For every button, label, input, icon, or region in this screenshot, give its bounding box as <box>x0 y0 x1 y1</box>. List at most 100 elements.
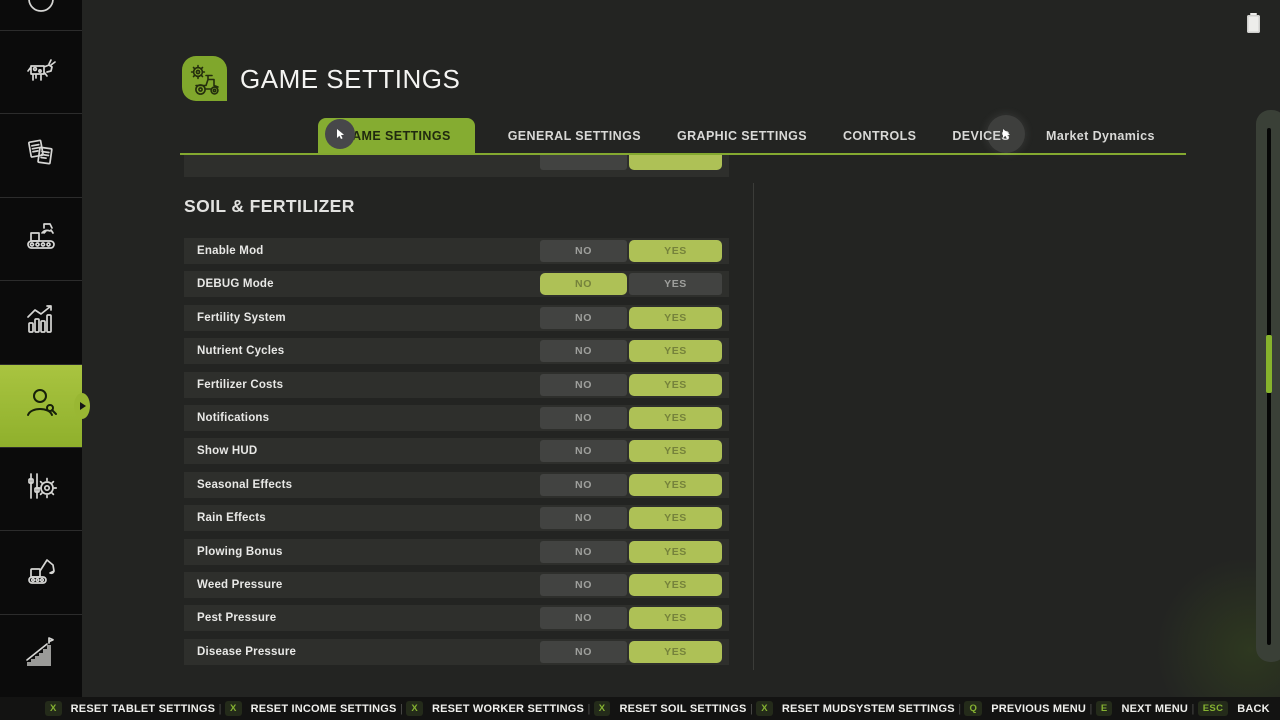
toggle-no-button[interactable]: NO <box>540 507 627 529</box>
tab-controls[interactable]: CONTROLS <box>840 118 919 153</box>
setting-row: Fertility System NO YES <box>184 305 729 331</box>
sidebar-item-progress[interactable] <box>0 614 82 697</box>
toggle-yes-button[interactable]: YES <box>629 607 722 629</box>
setting-row: Nutrient Cycles NO YES <box>184 338 729 364</box>
scrollbar-thumb[interactable] <box>1266 335 1272 393</box>
toggle-no-button[interactable]: NO <box>540 407 627 429</box>
toggle-no-button[interactable]: NO <box>540 340 627 362</box>
player-settings-icon <box>23 385 59 426</box>
toggle-no-button[interactable]: NO <box>540 574 627 596</box>
toggle-yes-button[interactable]: YES <box>629 507 722 529</box>
toggle-no-button[interactable]: NO <box>540 374 627 396</box>
sidebar-item-player-settings[interactable] <box>0 364 82 447</box>
mod-settings-icon <box>23 469 59 510</box>
toggle-yes-button[interactable]: YES <box>629 641 722 663</box>
toggle-yes-button[interactable]: YES <box>629 240 722 262</box>
toggle-no-button[interactable]: NO <box>540 440 627 462</box>
sidebar-item-production[interactable] <box>0 197 82 280</box>
toggle-no-button[interactable]: NO <box>540 273 627 295</box>
cursor-indicator <box>987 115 1025 153</box>
key-action-label: RESET MUDSYSTEM SETTINGS <box>782 703 955 715</box>
sidebar <box>0 0 82 697</box>
setting-label: Notifications <box>197 412 269 424</box>
hint-reset-soil-settings[interactable]: X RESET SOIL SETTINGS <box>594 701 747 716</box>
hint-reset-worker-settings[interactable]: X RESET WORKER SETTINGS <box>406 701 584 716</box>
key-action-label: BACK <box>1237 703 1270 715</box>
scrollbar[interactable] <box>1256 110 1280 662</box>
toggle-no-button[interactable]: NO <box>540 307 627 329</box>
toggle-yes-button[interactable]: YES <box>629 374 722 396</box>
key-action-label: RESET TABLET SETTINGS <box>71 703 216 715</box>
key-badge: X <box>406 701 423 716</box>
sidebar-item-mod-settings[interactable] <box>0 447 82 530</box>
key-action-label: RESET SOIL SETTINGS <box>619 703 746 715</box>
production-icon <box>23 218 59 259</box>
separator: | <box>958 703 961 715</box>
sidebar-item-contracts[interactable] <box>0 113 82 196</box>
setting-label: Fertility System <box>197 312 286 324</box>
separator: | <box>219 703 222 715</box>
setting-row: Pest Pressure NO YES <box>184 605 729 631</box>
progress-icon <box>23 635 59 676</box>
setting-row: Seasonal Effects NO YES <box>184 472 729 498</box>
clock-icon <box>23 0 59 30</box>
toggle-yes-button[interactable]: YES <box>629 440 722 462</box>
partial-setting-row <box>184 155 729 177</box>
setting-label: Seasonal Effects <box>197 479 292 491</box>
setting-label: Pest Pressure <box>197 612 276 624</box>
hint-reset-income-settings[interactable]: X RESET INCOME SETTINGS <box>225 701 397 716</box>
toggle-yes-button[interactable]: YES <box>629 541 722 563</box>
key-badge: E <box>1096 701 1113 716</box>
sidebar-item-clock[interactable] <box>0 0 82 30</box>
separator: | <box>400 703 403 715</box>
toggle-no-button[interactable]: NO <box>540 240 627 262</box>
key-badge: X <box>756 701 773 716</box>
hint-previous-menu[interactable]: Q PREVIOUS MENU <box>964 701 1086 716</box>
setting-label: Enable Mod <box>197 245 264 257</box>
sidebar-item-statistics[interactable] <box>0 280 82 363</box>
toggle-yes-button[interactable]: YES <box>629 307 722 329</box>
toggle-yes-button[interactable] <box>629 155 722 170</box>
toggle-no-button[interactable]: NO <box>540 607 627 629</box>
toggle-no-button[interactable]: NO <box>540 541 627 563</box>
setting-label: Plowing Bonus <box>197 546 283 558</box>
toggle-no-button[interactable]: NO <box>540 641 627 663</box>
cursor-indicator <box>325 119 355 149</box>
setting-label: DEBUG Mode <box>197 278 274 290</box>
tab-general-settings[interactable]: GENERAL SETTINGS <box>505 118 644 153</box>
tab-graphic-settings[interactable]: GRAPHIC SETTINGS <box>674 118 810 153</box>
separator: | <box>1090 703 1093 715</box>
key-badge: X <box>594 701 611 716</box>
setting-row: Weed Pressure NO YES <box>184 572 729 598</box>
toggle-yes-button[interactable]: YES <box>629 273 722 295</box>
toggle-yes-button[interactable]: YES <box>629 474 722 496</box>
toggle-yes-button[interactable]: YES <box>629 340 722 362</box>
toggle-yes-button[interactable]: YES <box>629 407 722 429</box>
hint-reset-mudsystem-settings[interactable]: X RESET MUDSYSTEM SETTINGS <box>756 701 955 716</box>
setting-row: DEBUG Mode NO YES <box>184 271 729 297</box>
setting-row: Enable Mod NO YES <box>184 238 729 264</box>
animals-icon <box>23 52 59 93</box>
battery-icon <box>1247 15 1260 33</box>
key-badge: ESC <box>1198 701 1228 716</box>
hint-reset-tablet-settings[interactable]: X RESET TABLET SETTINGS <box>45 701 215 716</box>
hint-next-menu[interactable]: E NEXT MENU <box>1096 701 1188 716</box>
tab-market-dynamics[interactable]: Market Dynamics <box>1043 118 1158 153</box>
tab-bar: GAME SETTINGSGENERAL SETTINGSGRAPHIC SET… <box>318 118 1158 153</box>
key-action-label: NEXT MENU <box>1121 703 1188 715</box>
key-action-label: PREVIOUS MENU <box>991 703 1086 715</box>
sidebar-item-construction[interactable] <box>0 530 82 613</box>
bottom-key-bar: X RESET TABLET SETTINGS | X RESET INCOME… <box>0 697 1280 720</box>
separator: | <box>750 703 753 715</box>
contracts-icon <box>23 135 59 176</box>
setting-label: Weed Pressure <box>197 579 283 591</box>
tractor-gear-icon <box>182 56 227 101</box>
separator: | <box>1192 703 1195 715</box>
hint-back[interactable]: ESC BACK <box>1198 701 1270 716</box>
toggle-no-button[interactable]: NO <box>540 474 627 496</box>
toggle-no-button[interactable] <box>540 155 627 170</box>
sidebar-item-animals[interactable] <box>0 30 82 113</box>
toggle-yes-button[interactable]: YES <box>629 574 722 596</box>
key-badge: Q <box>964 701 982 716</box>
setting-label: Show HUD <box>197 445 257 457</box>
